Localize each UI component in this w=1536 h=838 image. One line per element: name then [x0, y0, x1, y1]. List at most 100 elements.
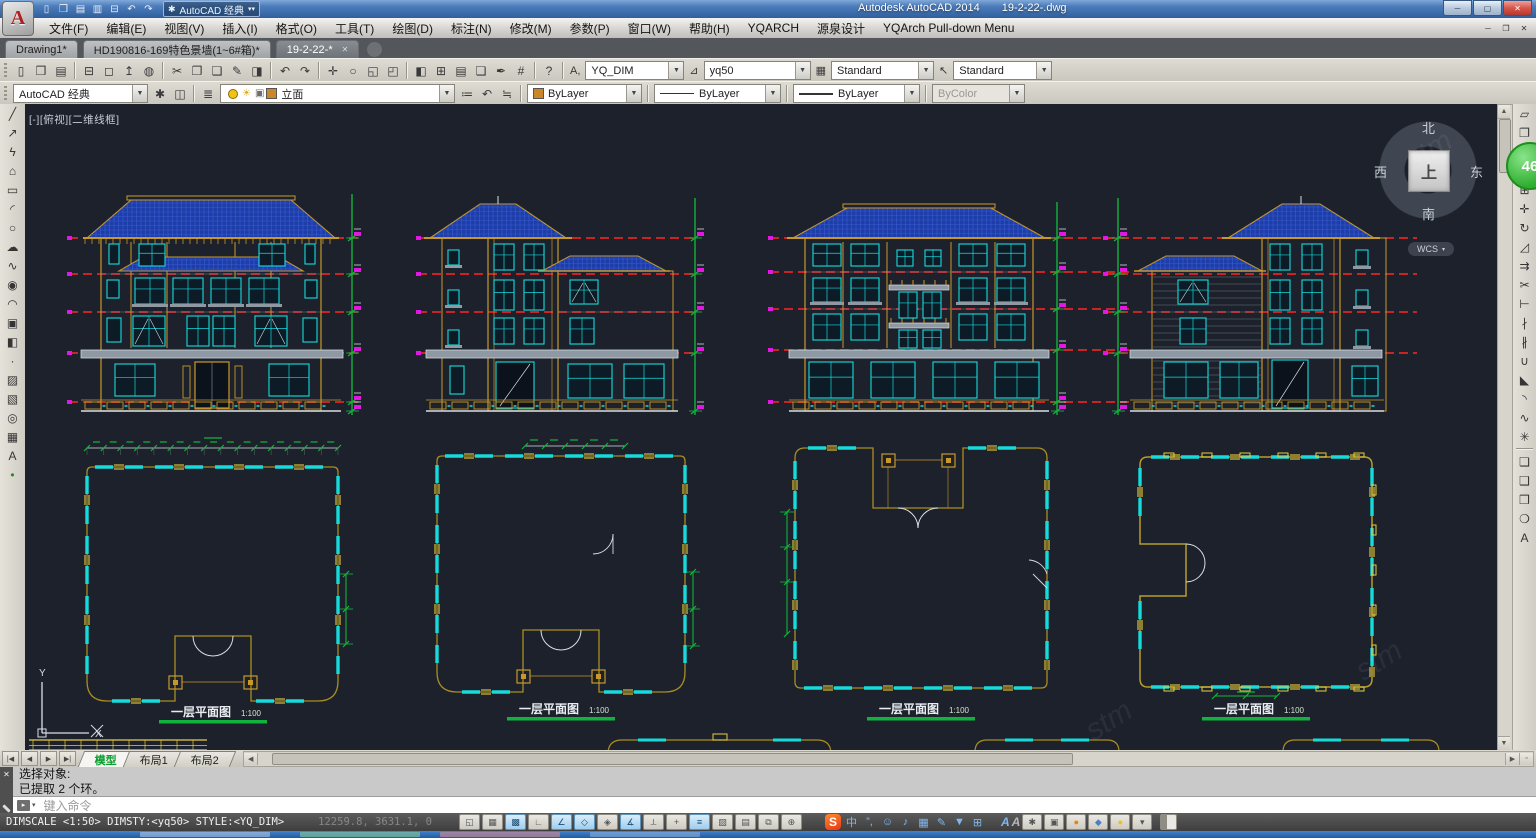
cad-drawing[interactable]: 一层平面图1:100一层平面图1:100一层平面图1:100一层平面图1:100… — [25, 104, 1497, 750]
layout-tab-布局2[interactable]: 布局2 — [174, 751, 237, 767]
text-style-combo[interactable]: YQ_DIM▼ — [585, 61, 684, 80]
sogou-toolbox-icon[interactable]: ⊞ — [970, 816, 985, 829]
elevation-side-right[interactable] — [1103, 196, 1417, 415]
next-tab-button[interactable]: ▶ — [40, 751, 57, 766]
properties-icon[interactable]: ◧ — [411, 61, 431, 80]
table-icon[interactable]: ▦ — [2, 427, 23, 446]
tray-menu-arrow-icon[interactable]: ▾ — [1132, 814, 1152, 830]
menu-item[interactable]: 源泉设计 — [808, 18, 874, 38]
trim-icon[interactable]: ✂ — [1514, 275, 1535, 294]
emoticon-icon[interactable]: ☺ — [880, 816, 895, 828]
layer-states-icon[interactable]: ≒ — [497, 84, 517, 103]
layer-combo[interactable]: ☀ ▣ 立面 ▼ — [220, 84, 455, 103]
menu-item[interactable]: 标注(N) — [442, 18, 501, 38]
snap-mode-toggle[interactable]: ▦ — [482, 814, 503, 830]
elevation-side-left[interactable] — [416, 196, 704, 415]
dim-style-icon[interactable]: ⊿ — [689, 64, 698, 77]
point-icon[interactable]: · — [2, 351, 23, 370]
clean-screen-button[interactable] — [1160, 814, 1177, 830]
status-circle-icon[interactable]: ● — [1066, 814, 1086, 830]
selection-cycling-toggle[interactable]: ⧉ — [758, 814, 779, 830]
coordinates-readout[interactable]: 12259.8, 3631.1, 0 — [318, 816, 432, 828]
3d-dwf-icon[interactable]: ◍ — [139, 61, 159, 80]
interface-lock-icon[interactable]: ▣ — [1044, 814, 1064, 830]
undo-icon[interactable]: ↶ — [275, 61, 295, 80]
linetype-combo[interactable]: ByLayer▼ — [654, 84, 781, 103]
close-icon[interactable]: ✕ — [3, 770, 10, 779]
model-space-canvas[interactable]: [-][俯视][二维线框] 一层平面图1:100一层平面图1:100一层平面图1… — [25, 104, 1497, 750]
compass-east[interactable]: 东 — [1470, 162, 1483, 181]
file-tab[interactable]: 19-2-22-*✕ — [276, 40, 360, 58]
menu-item[interactable]: 视图(V) — [155, 18, 213, 38]
polyline-icon[interactable]: ϟ — [2, 142, 23, 161]
layer-previous-icon[interactable]: ↶ — [477, 84, 497, 103]
scroll-down-arrow[interactable]: ▼ — [1498, 736, 1510, 751]
design-center-icon[interactable]: ⊞ — [431, 61, 451, 80]
rectangle-icon[interactable]: ▭ — [2, 180, 23, 199]
zoom-realtime-icon[interactable]: ○ — [343, 61, 363, 80]
prev-tab-button[interactable]: ◀ — [21, 751, 38, 766]
undo-icon[interactable]: ↶ — [123, 2, 140, 17]
show-lineweight-toggle[interactable]: ≡ — [689, 814, 710, 830]
save-as-icon[interactable]: ▥ — [89, 2, 106, 17]
menu-item[interactable]: 格式(O) — [267, 18, 326, 38]
paste-icon[interactable]: ❏ — [207, 61, 227, 80]
plan-title[interactable]: 一层平面图1:100 — [1202, 702, 1310, 721]
gradient-icon[interactable]: ▧ — [2, 389, 23, 408]
menu-item[interactable]: YQARCH — [739, 18, 808, 38]
send-under-objects-icon[interactable]: ❍ — [1514, 509, 1535, 528]
erase-icon[interactable]: ▱ — [1514, 104, 1535, 123]
partial-drawings[interactable] — [29, 734, 1439, 750]
elevation-rear[interactable] — [768, 202, 1130, 415]
sheet-set-manager-icon[interactable]: ❏ — [471, 61, 491, 80]
multileader-style-icon[interactable]: ↖ — [939, 64, 948, 77]
save-icon[interactable]: ▤ — [51, 61, 71, 80]
minimize-button[interactable]: ─ — [1443, 0, 1472, 16]
ellipse-icon[interactable]: ◉ — [2, 275, 23, 294]
text-style-icon[interactable]: A, — [570, 65, 580, 77]
publish-icon[interactable]: ↥ — [119, 61, 139, 80]
layer-properties-icon[interactable]: ≣ — [198, 84, 218, 103]
taskbar-item[interactable] — [590, 832, 700, 837]
menu-item[interactable]: 修改(M) — [501, 18, 561, 38]
save-icon[interactable]: ▤ — [72, 2, 89, 17]
file-tab[interactable]: HD190816-169特色景墙(1~6#箱)* — [83, 40, 271, 58]
hatch-icon[interactable]: ▨ — [2, 370, 23, 389]
bring-above-objects-icon[interactable]: ❒ — [1514, 490, 1535, 509]
handwriting-icon[interactable]: ✎ — [934, 816, 949, 829]
infer-constraints-toggle[interactable]: ◱ — [459, 814, 480, 830]
plan-1[interactable] — [84, 438, 353, 703]
taskbar-item[interactable] — [440, 832, 560, 837]
scroll-up-arrow[interactable]: ▲ — [1498, 105, 1510, 119]
new-icon[interactable]: ▯ — [11, 61, 31, 80]
move-icon[interactable]: ✛ — [1514, 199, 1535, 218]
ucs-icon[interactable]: YX — [38, 668, 103, 740]
autodesk-app-icon[interactable]: A — [1012, 815, 1021, 829]
make-object-layer-current-icon[interactable]: ≔ — [457, 84, 477, 103]
scale-icon[interactable]: ◿ — [1514, 237, 1535, 256]
workspace-switcher[interactable]: ✱ AutoCAD 经典 ▾▾ — [163, 1, 260, 17]
text-to-front-icon[interactable]: A — [1514, 528, 1535, 547]
menu-item[interactable]: 文件(F) — [40, 18, 97, 38]
menu-item[interactable]: 帮助(H) — [680, 18, 739, 38]
arc-icon[interactable]: ◜ — [2, 199, 23, 218]
bring-to-front-icon[interactable]: ❏ — [1514, 452, 1535, 471]
spline-icon[interactable]: ∿ — [2, 256, 23, 275]
open-icon[interactable]: ❒ — [31, 61, 51, 80]
taskbar-item[interactable] — [140, 832, 270, 837]
zoom-previous-icon[interactable]: ◰ — [383, 61, 403, 80]
skin-icon[interactable]: ▼ — [952, 816, 967, 828]
hardware-acceleration-icon[interactable]: ◆ — [1088, 814, 1108, 830]
compass-south[interactable]: 南 — [1422, 204, 1435, 223]
send-to-back-icon[interactable]: ❑ — [1514, 471, 1535, 490]
plan-3[interactable] — [780, 446, 1049, 690]
maximize-button[interactable]: ▢ — [1473, 0, 1502, 16]
menu-item[interactable]: 编辑(E) — [97, 18, 155, 38]
rotate-icon[interactable]: ↻ — [1514, 218, 1535, 237]
dim-style-combo[interactable]: yq50▼ — [704, 61, 811, 80]
scroll-left-arrow[interactable]: ◀ — [244, 753, 258, 765]
dynamic-input-toggle[interactable]: + — [666, 814, 687, 830]
explode-icon[interactable]: ✳ — [1514, 427, 1535, 446]
scroll-box[interactable]: ▫ — [1519, 753, 1533, 765]
grid-display-toggle[interactable]: ▩ — [505, 814, 526, 830]
